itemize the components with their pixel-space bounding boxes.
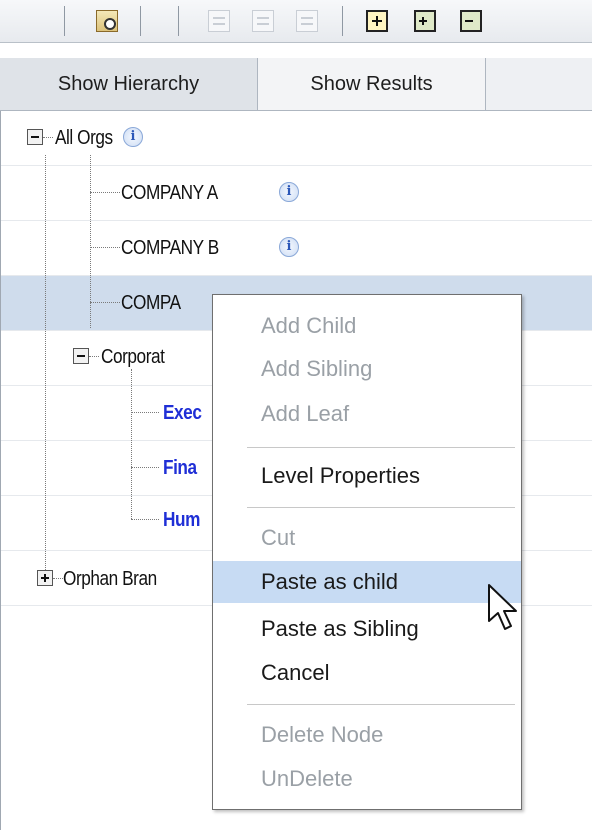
expand-all-icon[interactable]: [414, 10, 436, 32]
add-leaf-disabled-icon: [296, 10, 318, 32]
toolbar-separator: [64, 6, 65, 36]
tree-connector: [53, 578, 63, 579]
info-icon[interactable]: i: [279, 237, 299, 257]
context-menu: Add Child Add Sibling Add Leaf Level Pro…: [212, 294, 522, 810]
tree-node-label[interactable]: All Orgs: [55, 126, 113, 150]
collapse-all-icon[interactable]: [460, 10, 482, 32]
tree-node-label[interactable]: Orphan Bran: [63, 567, 157, 591]
menu-separator: [247, 447, 515, 448]
menu-separator: [247, 704, 515, 705]
tree-node-label[interactable]: COMPANY B: [121, 236, 219, 260]
tree-connector: [90, 192, 120, 193]
tree-connector: [131, 519, 159, 520]
menu-item-cancel[interactable]: Cancel: [213, 652, 521, 694]
arrow-cursor-icon: [488, 584, 517, 630]
tree-connector: [131, 412, 159, 413]
menu-item-add-leaf[interactable]: Add Leaf: [213, 393, 521, 435]
tree-connector: [131, 369, 132, 519]
menu-item-add-child[interactable]: Add Child: [213, 305, 521, 347]
menu-item-paste-as-sibling[interactable]: Paste as Sibling: [213, 608, 521, 650]
menu-item-paste-as-child[interactable]: Paste as child: [213, 561, 521, 603]
find-icon[interactable]: [96, 10, 118, 32]
tree-connector: [89, 356, 99, 357]
collapse-icon[interactable]: [27, 129, 43, 145]
info-icon[interactable]: i: [123, 127, 143, 147]
tree-node-label[interactable]: COMPANY A: [121, 181, 218, 205]
add-icon[interactable]: [366, 10, 388, 32]
tree-connector: [43, 137, 53, 138]
tree-node-label[interactable]: Fina: [163, 456, 197, 480]
tab-show-hierarchy[interactable]: Show Hierarchy: [0, 58, 258, 110]
expand-icon[interactable]: [37, 570, 53, 586]
tree-connector: [45, 155, 46, 574]
menu-item-add-sibling[interactable]: Add Sibling: [213, 348, 521, 390]
menu-item-delete-node[interactable]: Delete Node: [213, 714, 521, 756]
menu-item-undelete[interactable]: UnDelete: [213, 758, 521, 800]
toolbar: [0, 0, 592, 43]
menu-item-level-properties[interactable]: Level Properties: [213, 455, 521, 497]
tree-node-label[interactable]: Hum: [163, 508, 200, 532]
toolbar-separator: [178, 6, 179, 36]
info-icon[interactable]: i: [279, 182, 299, 202]
tree-node-label[interactable]: Exec: [163, 401, 202, 425]
tab-show-results[interactable]: Show Results: [258, 58, 486, 110]
add-sibling-disabled-icon: [252, 10, 274, 32]
tree-node-label[interactable]: COMPA: [121, 291, 181, 315]
tab-bar: Show Hierarchy Show Results: [0, 58, 592, 111]
menu-item-cut[interactable]: Cut: [213, 517, 521, 559]
add-child-disabled-icon: [208, 10, 230, 32]
tree-connector: [131, 467, 159, 468]
toolbar-separator: [342, 6, 343, 36]
tree-connector: [90, 247, 120, 248]
menu-separator: [247, 507, 515, 508]
toolbar-separator: [140, 6, 141, 36]
tree-connector: [90, 302, 120, 303]
tree-node-label[interactable]: Corporat: [101, 345, 165, 369]
collapse-icon[interactable]: [73, 348, 89, 364]
